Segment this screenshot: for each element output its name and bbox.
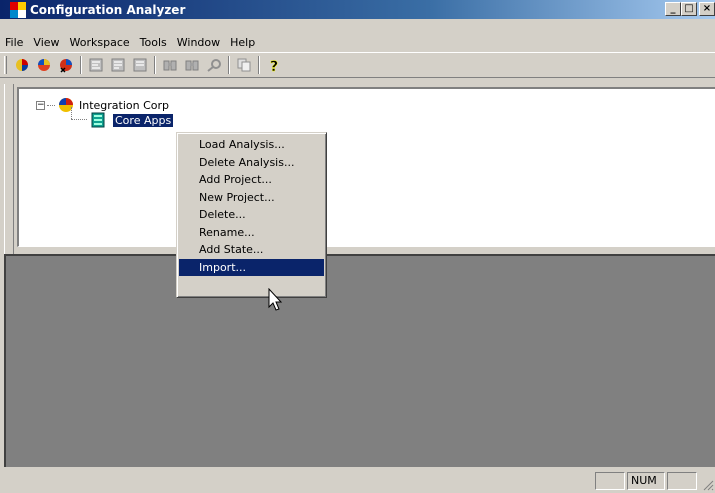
context-menu: Load Analysis... Delete Analysis... Add … [176, 132, 327, 298]
menu-item-delete-analysis[interactable]: Delete Analysis... [179, 154, 324, 172]
workspace-area[interactable] [4, 254, 715, 467]
binoculars-2-icon[interactable] [181, 55, 203, 75]
minimize-button[interactable]: _ [665, 2, 681, 16]
window-title: Configuration Analyzer [30, 2, 186, 17]
title-bar[interactable]: Configuration Analyzer _ □ × [0, 0, 715, 19]
analysis-pie-icon[interactable] [11, 55, 33, 75]
server-icon [91, 112, 105, 128]
menu-item-add-state[interactable]: Add State... [179, 241, 324, 259]
tree-node-child[interactable]: Core Apps [89, 111, 175, 129]
resize-grip-icon[interactable] [702, 479, 714, 491]
toolbar-separator [258, 56, 260, 74]
toolbar-separator [228, 56, 230, 74]
tree-doc-2-icon[interactable] [107, 55, 129, 75]
toolbar-separator [154, 56, 156, 74]
svg-text:?: ? [270, 59, 278, 73]
mouse-pointer-icon [268, 288, 283, 311]
menu-workspace[interactable]: Workspace [65, 36, 135, 49]
key-search-icon[interactable] [203, 55, 225, 75]
menu-window[interactable]: Window [172, 36, 225, 49]
close-button[interactable]: × [699, 2, 715, 16]
tree-node-root-label: Integration Corp [79, 98, 170, 112]
num-lock-indicator: NUM [627, 472, 665, 490]
toolbar-separator [80, 56, 82, 74]
left-splitter[interactable] [4, 84, 14, 254]
binoculars-icon[interactable] [159, 55, 181, 75]
analysis-pie-delete-icon[interactable] [55, 55, 77, 75]
menu-view[interactable]: View [28, 36, 64, 49]
status-panel-empty [595, 472, 625, 490]
toolbar-grip[interactable] [4, 56, 7, 74]
menu-item-import[interactable]: Import... [179, 258, 324, 276]
tree-view[interactable]: − Integration Corp Core Apps [17, 87, 715, 247]
maximize-button[interactable]: □ [681, 2, 697, 16]
menu-item-add-project[interactable]: Add Project... [179, 171, 324, 189]
app-icon [10, 1, 26, 18]
tree-connector [71, 119, 87, 120]
menu-help[interactable]: Help [225, 36, 260, 49]
tree-node-child-label: Core Apps [111, 112, 175, 128]
analysis-pie-red-icon[interactable] [33, 55, 55, 75]
menu-bar: File View Workspace Tools Window Help [0, 33, 260, 51]
collapse-icon[interactable]: − [36, 100, 45, 110]
menu-tools[interactable]: Tools [135, 36, 172, 49]
toolbar: ? [0, 52, 715, 78]
pie-chart-icon [59, 98, 73, 112]
copy-icon[interactable] [233, 55, 255, 75]
help-icon[interactable]: ? [263, 55, 285, 75]
menu-item-delete[interactable]: Delete... [179, 206, 324, 224]
menu-item-rename[interactable]: Rename... [179, 224, 324, 242]
menu-item-new-project[interactable]: New Project... [179, 189, 324, 207]
tree-doc-icon[interactable] [85, 55, 107, 75]
status-panel-empty [667, 472, 697, 490]
status-bar: NUM [0, 470, 715, 493]
tree-connector [71, 107, 72, 119]
menu-file[interactable]: File [0, 36, 28, 49]
menu-item-load-analysis[interactable]: Load Analysis... [179, 136, 324, 154]
tree-doc-3-icon[interactable] [129, 55, 151, 75]
